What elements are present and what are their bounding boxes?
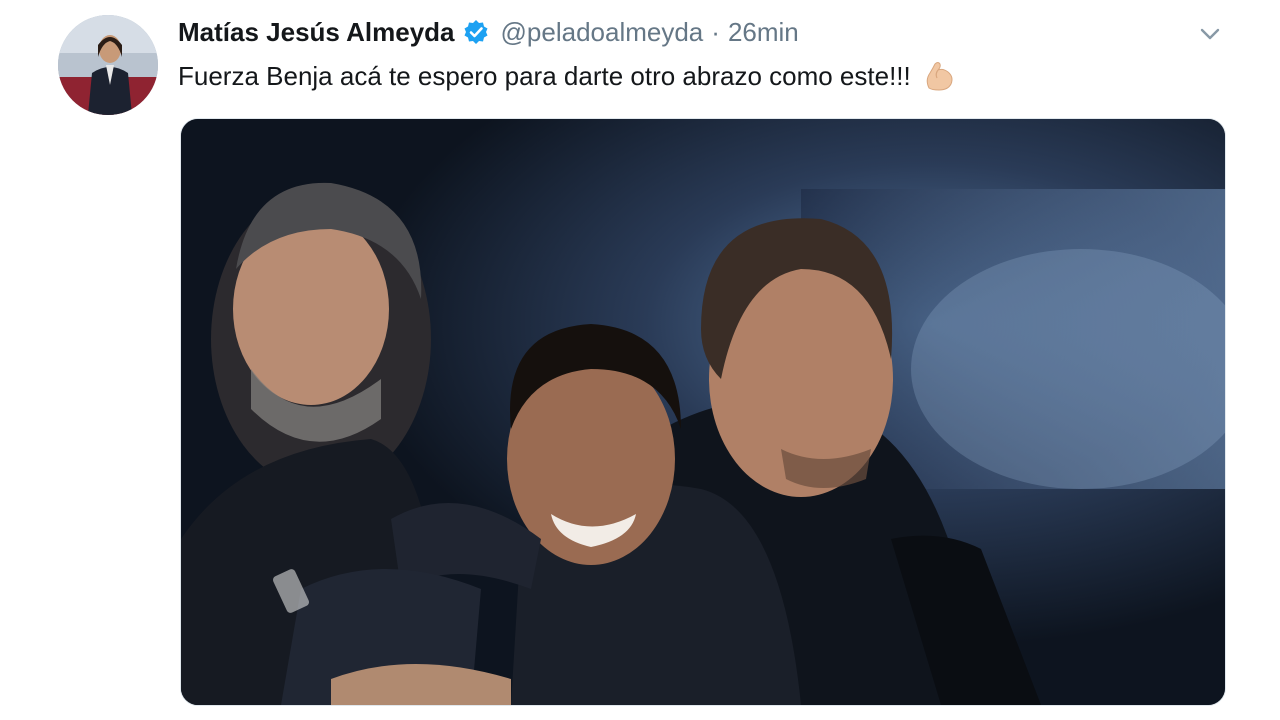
chevron-down-icon[interactable] <box>1196 20 1224 48</box>
tweet-text-row: Fuerza Benja acá te espero para darte ot… <box>178 58 957 94</box>
author-handle[interactable]: @peladoalmeyda <box>501 17 704 48</box>
separator-dot: · <box>711 16 720 47</box>
tweet-photo[interactable] <box>180 118 1226 706</box>
author-name[interactable]: Matías Jesús Almeyda <box>178 17 455 48</box>
verified-badge-icon <box>463 19 489 45</box>
flexed-biceps-icon <box>921 58 957 94</box>
avatar[interactable] <box>58 15 158 115</box>
tweet[interactable]: Matías Jesús Almeyda @peladoalmeyda · 26… <box>0 0 1280 720</box>
tweet-text: Fuerza Benja acá te espero para darte ot… <box>178 60 911 91</box>
timestamp[interactable]: 26min <box>728 17 799 48</box>
tweet-header: Matías Jesús Almeyda @peladoalmeyda · 26… <box>178 14 799 50</box>
